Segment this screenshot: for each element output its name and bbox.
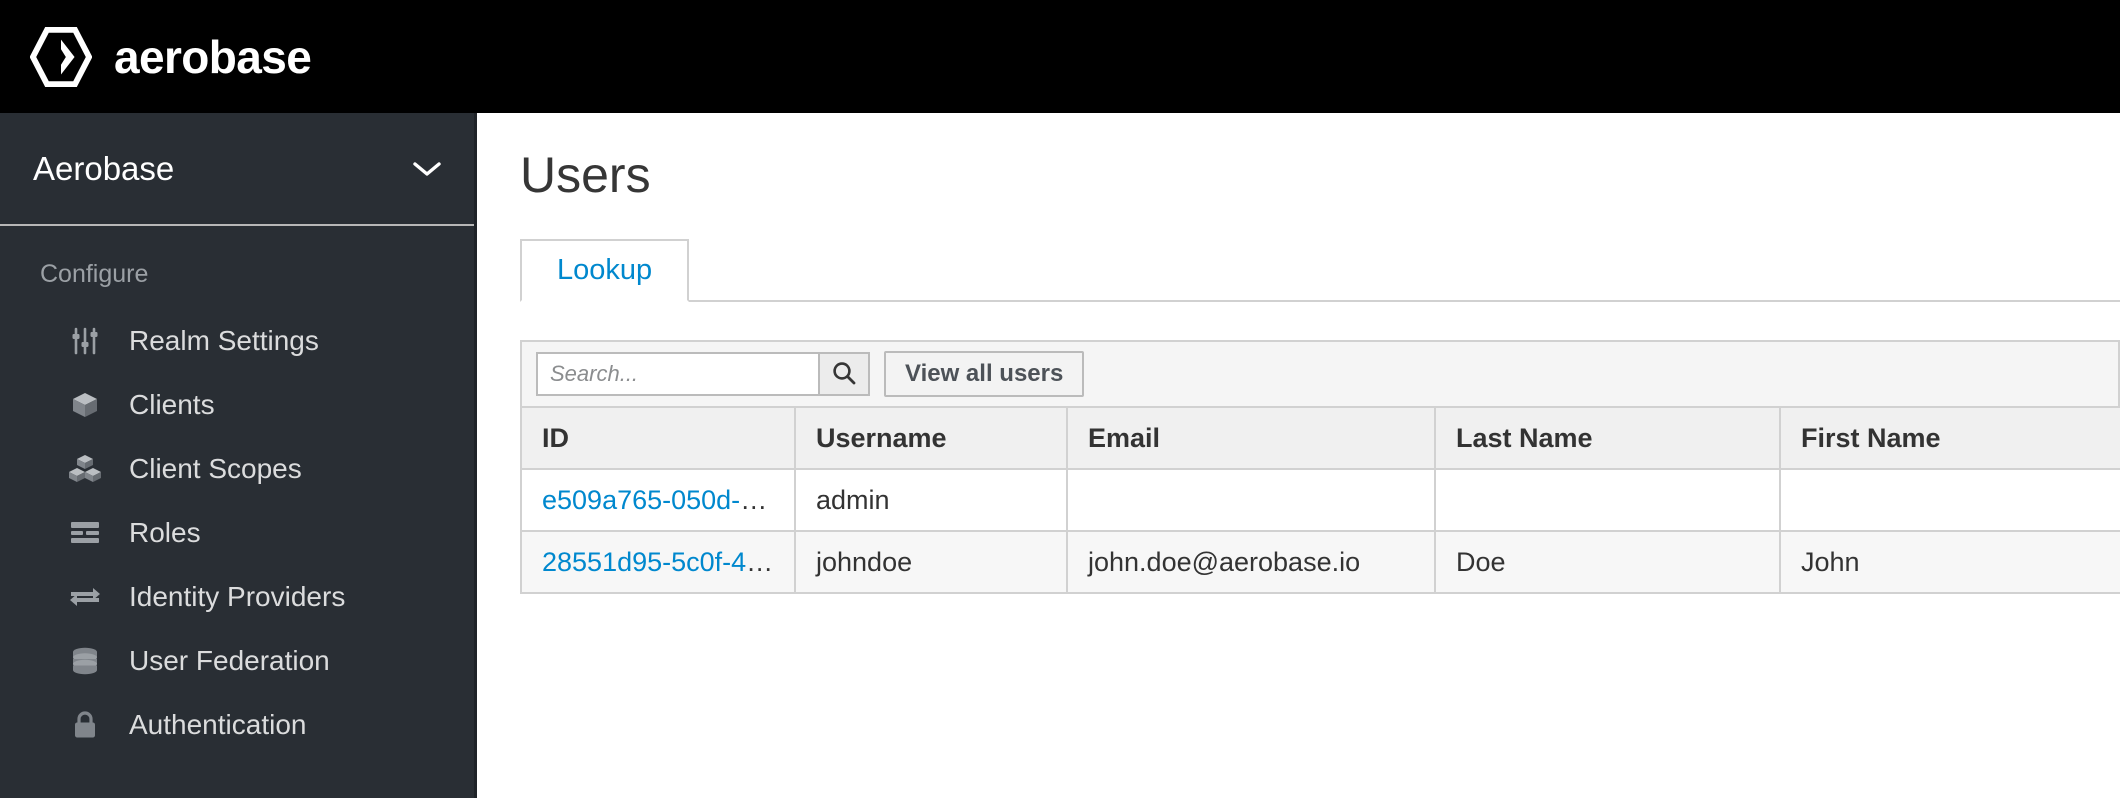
column-header-id[interactable]: ID bbox=[520, 406, 796, 470]
realm-name: Aerobase bbox=[33, 150, 175, 187]
column-header-email[interactable]: Email bbox=[1066, 406, 1436, 470]
table-row: 28551d95-5c0f-4705-913... johndoe john.d… bbox=[520, 530, 2120, 594]
column-header-last-name[interactable]: Last Name bbox=[1434, 406, 1781, 470]
users-toolbar: View all users bbox=[520, 340, 2120, 406]
aerobase-hexagon-logo-icon bbox=[30, 26, 92, 88]
search-group bbox=[536, 352, 870, 396]
sidebar-item-label: Client Scopes bbox=[129, 453, 302, 484]
list-bars-icon bbox=[68, 516, 102, 550]
brand-name: aerobase bbox=[114, 30, 312, 83]
view-all-users-button[interactable]: View all users bbox=[884, 351, 1085, 397]
sidebar-item-user-federation[interactable]: User Federation bbox=[0, 629, 474, 693]
search-input[interactable] bbox=[536, 352, 818, 396]
column-header-username[interactable]: Username bbox=[794, 406, 1068, 470]
sidebar-item-label: Authentication bbox=[129, 709, 307, 740]
user-id-cell: 28551d95-5c0f-4705-913... bbox=[520, 530, 796, 594]
nav-list: Realm Settings Clients Client Scopes Rol… bbox=[0, 309, 474, 757]
user-username-cell: admin bbox=[794, 468, 1068, 532]
user-email-cell bbox=[1066, 468, 1436, 532]
brand-logo[interactable]: aerobase bbox=[30, 26, 312, 88]
user-id-link[interactable]: e509a765-050d-4825-b8... bbox=[542, 485, 793, 515]
sidebar-item-label: Identity Providers bbox=[129, 581, 346, 612]
users-table-head: ID Username Email Last Name First Name bbox=[520, 406, 2120, 470]
sidebar-item-authentication[interactable]: Authentication bbox=[0, 693, 474, 757]
cubes-icon bbox=[68, 452, 102, 486]
users-panel: View all users ID Username Email Last Na… bbox=[520, 340, 2120, 594]
top-bar: aerobase bbox=[0, 0, 2120, 113]
realm-selector[interactable]: Aerobase bbox=[0, 113, 474, 226]
lock-icon bbox=[68, 708, 102, 742]
sidebar: Aerobase Configure Realm Settings Client… bbox=[0, 113, 477, 798]
table-header-row: ID Username Email Last Name First Name bbox=[520, 406, 2120, 470]
sidebar-item-identity-providers[interactable]: Identity Providers bbox=[0, 565, 474, 629]
sidebar-item-client-scopes[interactable]: Client Scopes bbox=[0, 437, 474, 501]
user-email-cell: john.doe@aerobase.io bbox=[1066, 530, 1436, 594]
sidebar-item-label: Realm Settings bbox=[129, 325, 319, 356]
sidebar-item-realm-settings[interactable]: Realm Settings bbox=[0, 309, 474, 373]
main-content: Users Lookup View al bbox=[480, 113, 2120, 798]
tab-lookup[interactable]: Lookup bbox=[520, 239, 690, 302]
nav-section-label: Configure bbox=[40, 260, 149, 288]
sidebar-item-clients[interactable]: Clients bbox=[0, 373, 474, 437]
user-username-cell: johndoe bbox=[794, 530, 1068, 594]
sliders-icon bbox=[68, 324, 102, 358]
app-root: aerobase Aerobase Configure Realm Settin… bbox=[0, 0, 2120, 798]
search-icon bbox=[831, 360, 857, 389]
user-id-link[interactable]: 28551d95-5c0f-4705-913... bbox=[542, 547, 793, 577]
user-id-cell: e509a765-050d-4825-b8... bbox=[520, 468, 796, 532]
exchange-arrows-icon bbox=[68, 580, 102, 614]
column-header-first-name[interactable]: First Name bbox=[1779, 406, 2120, 470]
tab-bar: Lookup bbox=[520, 239, 2120, 302]
page-title: Users bbox=[520, 147, 651, 203]
sidebar-item-roles[interactable]: Roles bbox=[0, 501, 474, 565]
users-table-body: e509a765-050d-4825-b8... admin 28551d95-… bbox=[520, 468, 2120, 594]
table-row: e509a765-050d-4825-b8... admin bbox=[520, 468, 2120, 532]
user-first-name-cell: John bbox=[1779, 530, 2120, 594]
sidebar-item-label: User Federation bbox=[129, 645, 330, 676]
cube-icon bbox=[68, 388, 102, 422]
user-last-name-cell: Doe bbox=[1434, 530, 1781, 594]
user-last-name-cell bbox=[1434, 468, 1781, 532]
users-table: ID Username Email Last Name First Name e… bbox=[520, 406, 2120, 594]
sidebar-item-label: Roles bbox=[129, 517, 201, 548]
chevron-down-icon bbox=[412, 160, 442, 178]
search-button[interactable] bbox=[818, 352, 870, 396]
database-icon bbox=[68, 644, 102, 678]
user-first-name-cell bbox=[1779, 468, 2120, 532]
sidebar-item-label: Clients bbox=[129, 389, 215, 420]
